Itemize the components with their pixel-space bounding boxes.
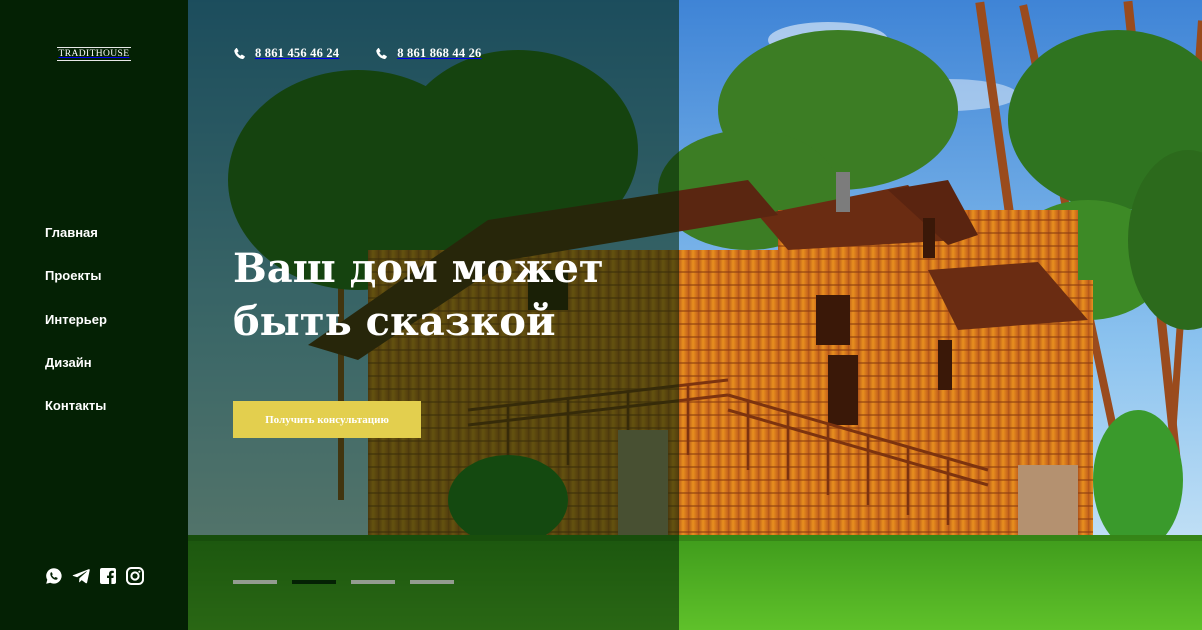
telegram-icon[interactable] — [72, 567, 90, 585]
whatsapp-icon[interactable] — [45, 567, 63, 585]
nav-item-projects[interactable]: Проекты — [45, 268, 101, 283]
phone-number-1: 8 861 456 46 24 — [255, 46, 340, 60]
nav-item-contacts[interactable]: Контакты — [45, 398, 106, 413]
nav-item-interior[interactable]: Интерьер — [45, 312, 107, 327]
main-nav: Главная Проекты Интерьер Дизайн Контакты — [45, 224, 107, 440]
nav-item-design[interactable]: Дизайн — [45, 355, 92, 370]
logo[interactable]: TRADITHOUSE — [45, 45, 143, 62]
logo-text: TRADITHOUSE — [56, 46, 132, 61]
phone-number-2: 8 861 868 44 26 — [397, 46, 482, 60]
slide-indicator-3[interactable] — [351, 580, 395, 584]
hero-section: 8 861 456 46 24 8 861 868 44 26 Ваш дом … — [188, 0, 1202, 630]
phone-icon — [234, 47, 245, 59]
hero-headline-line-2: быть сказкой — [233, 298, 556, 345]
phone-icon — [376, 47, 388, 59]
slider-pagination — [233, 580, 454, 584]
phone-link-2[interactable]: 8 861 868 44 26 — [375, 46, 481, 61]
slide-indicator-2[interactable] — [292, 580, 336, 584]
social-links — [45, 567, 144, 585]
hero-headline-line-1: Ваш дом может — [233, 245, 604, 292]
slide-indicator-1[interactable] — [233, 580, 277, 584]
phone-list: 8 861 456 46 24 8 861 868 44 26 — [233, 46, 482, 61]
hero-headline: Ваш дом может быть сказкой — [233, 242, 653, 348]
phone-link-1[interactable]: 8 861 456 46 24 — [233, 46, 339, 61]
slide-indicator-4[interactable] — [410, 580, 454, 584]
sidebar: TRADITHOUSE Главная Проекты Интерьер Диз… — [0, 0, 188, 630]
facebook-icon[interactable] — [99, 567, 117, 585]
instagram-icon[interactable] — [126, 567, 144, 585]
nav-item-home[interactable]: Главная — [45, 225, 98, 240]
get-consultation-button[interactable]: Получить консультацию — [233, 401, 421, 438]
